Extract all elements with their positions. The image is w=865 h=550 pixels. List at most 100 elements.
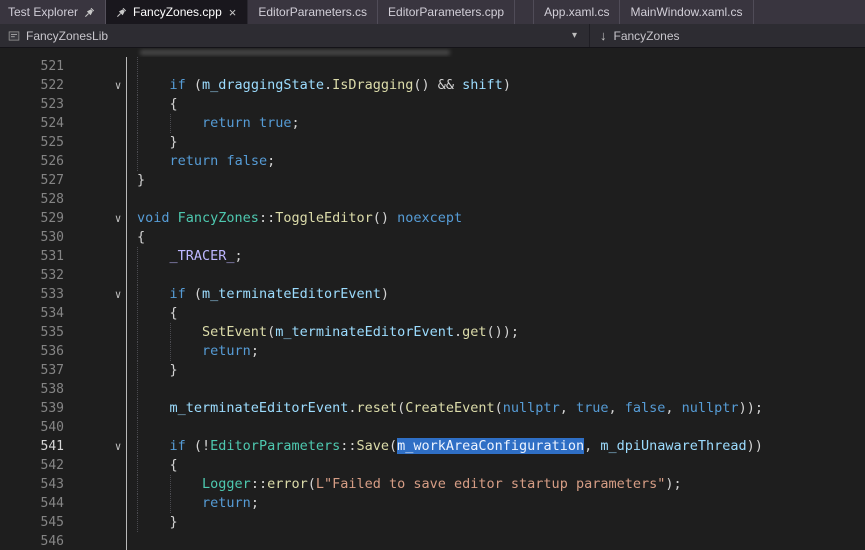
code-token: void xyxy=(137,210,170,226)
code-content: { xyxy=(126,228,865,247)
indent-guide xyxy=(137,114,138,133)
code-line[interactable]: 538 xyxy=(0,380,865,399)
code-line[interactable]: 523 { xyxy=(0,95,865,114)
line-number: 540 xyxy=(0,418,64,437)
code-line[interactable]: 526 return false; xyxy=(0,152,865,171)
tab-editorparameters-cs[interactable]: EditorParameters.cs xyxy=(248,0,378,24)
code-token: ( xyxy=(495,400,503,416)
pin-icon[interactable] xyxy=(116,7,127,18)
code-line[interactable]: 524 return true; xyxy=(0,114,865,133)
code-content: return; xyxy=(126,494,865,513)
fold-margin xyxy=(110,133,126,152)
line-number: 531 xyxy=(0,247,64,266)
indent-guide xyxy=(170,114,171,133)
code-content: m_terminateEditorEvent.reset(CreateEvent… xyxy=(126,399,865,418)
fold-margin xyxy=(110,532,126,550)
code-token: ( xyxy=(308,476,316,492)
fold-margin xyxy=(110,380,126,399)
code-line[interactable]: 529 ∨void FancyZones::ToggleEditor() noex… xyxy=(0,209,865,228)
fold-collapse-icon[interactable]: ∨ xyxy=(110,285,126,304)
code-line[interactable]: 534 { xyxy=(0,304,865,323)
indent-guide xyxy=(137,304,138,323)
chevron-down-icon[interactable]: ▾ xyxy=(572,30,581,41)
code-line[interactable]: 542 { xyxy=(0,456,865,475)
code-content: if (!EditorParameters::Save(m_workAreaCo… xyxy=(126,437,865,456)
code-token: ( xyxy=(186,286,202,302)
code-lines: 521522∨ if (m_draggingState.IsDragging()… xyxy=(0,57,865,550)
pin-icon[interactable] xyxy=(84,7,95,18)
fold-margin xyxy=(110,228,126,247)
tab-fancyzones-cpp[interactable]: FancyZones.cpp× xyxy=(106,0,248,24)
indent-guide xyxy=(137,342,138,361)
code-line[interactable]: 539 m_terminateEditorEvent.reset(CreateE… xyxy=(0,399,865,418)
code-content: SetEvent(m_terminateEditorEvent.get()); xyxy=(126,323,865,342)
indent-guide xyxy=(137,418,138,437)
line-number: 533 xyxy=(0,285,64,304)
code-line[interactable]: 546 xyxy=(0,532,865,550)
tab-label: EditorParameters.cs xyxy=(258,5,367,19)
code-line[interactable]: 532 xyxy=(0,266,865,285)
code-line[interactable]: 545 } xyxy=(0,513,865,532)
code-line[interactable]: 527} xyxy=(0,171,865,190)
code-content: return false; xyxy=(126,152,865,171)
line-number: 536 xyxy=(0,342,64,361)
code-line[interactable]: 521 xyxy=(0,57,865,76)
fold-margin xyxy=(110,247,126,266)
code-line[interactable]: 543 Logger::error(L"Failed to save edito… xyxy=(0,475,865,494)
tab-app-xaml-cs[interactable]: App.xaml.cs xyxy=(533,0,620,24)
fold-margin xyxy=(110,456,126,475)
tab-test-explorer[interactable]: Test Explorer xyxy=(0,0,106,24)
scope-dropdown[interactable]: ↓ FancyZones xyxy=(589,24,865,47)
code-token: return xyxy=(202,115,251,131)
code-line[interactable]: 525 } xyxy=(0,133,865,152)
code-token: :: xyxy=(340,438,356,454)
project-dropdown[interactable]: FancyZonesLib ▾ xyxy=(0,24,589,47)
code-content: return true; xyxy=(126,114,865,133)
fold-margin xyxy=(110,494,126,513)
code-token: { xyxy=(170,305,178,321)
line-number: 544 xyxy=(0,494,64,513)
code-token: ( xyxy=(267,324,275,340)
indent-guide xyxy=(137,95,138,114)
indent-guide xyxy=(170,342,171,361)
code-token: m_terminateEditorEvent xyxy=(202,286,381,302)
close-icon[interactable]: × xyxy=(228,6,238,19)
code-token: , xyxy=(665,400,681,416)
code-token: ( xyxy=(186,77,202,93)
code-line[interactable]: 537 } xyxy=(0,361,865,380)
fold-collapse-icon[interactable]: ∨ xyxy=(110,209,126,228)
code-content xyxy=(126,418,865,437)
code-editor[interactable]: 521522∨ if (m_draggingState.IsDragging()… xyxy=(0,48,865,550)
down-arrow-icon: ↓ xyxy=(600,28,607,43)
code-token: noexcept xyxy=(397,210,462,226)
tab-mainwindow-xaml-cs[interactable]: MainWindow.xaml.cs xyxy=(620,0,753,24)
code-line[interactable]: 528 xyxy=(0,190,865,209)
line-number: 526 xyxy=(0,152,64,171)
code-line[interactable]: 522∨ if (m_draggingState.IsDragging() &&… xyxy=(0,76,865,95)
code-content xyxy=(126,190,865,209)
line-number: 541 xyxy=(0,437,64,456)
code-line[interactable]: 531 _TRACER_; xyxy=(0,247,865,266)
line-number: 529 xyxy=(0,209,64,228)
indent-guide xyxy=(137,437,138,456)
fold-collapse-icon[interactable]: ∨ xyxy=(110,437,126,456)
code-line[interactable]: 540 xyxy=(0,418,865,437)
code-line[interactable]: 530{ xyxy=(0,228,865,247)
tab-editorparameters-cpp[interactable]: EditorParameters.cpp xyxy=(378,0,515,24)
code-content xyxy=(126,532,865,550)
code-line[interactable]: 533∨ if (m_terminateEditorEvent) xyxy=(0,285,865,304)
code-token: SetEvent xyxy=(202,324,267,340)
code-line[interactable]: 544 return; xyxy=(0,494,865,513)
code-token: ; xyxy=(251,495,259,511)
code-token: (! xyxy=(186,438,210,454)
code-line[interactable]: 535 SetEvent(m_terminateEditorEvent.get(… xyxy=(0,323,865,342)
code-content: { xyxy=(126,456,865,475)
indent-guide xyxy=(137,475,138,494)
code-token: _TRACER_ xyxy=(170,248,235,264)
code-line[interactable]: 536 return; xyxy=(0,342,865,361)
code-token: ) xyxy=(503,77,511,93)
code-token: L"Failed to save editor startup paramete… xyxy=(316,476,666,492)
code-content: void FancyZones::ToggleEditor() noexcept xyxy=(126,209,865,228)
code-line[interactable]: 541 ∨ if (!EditorParameters::Save(m_workA… xyxy=(0,437,865,456)
fold-collapse-icon[interactable]: ∨ xyxy=(110,76,126,95)
